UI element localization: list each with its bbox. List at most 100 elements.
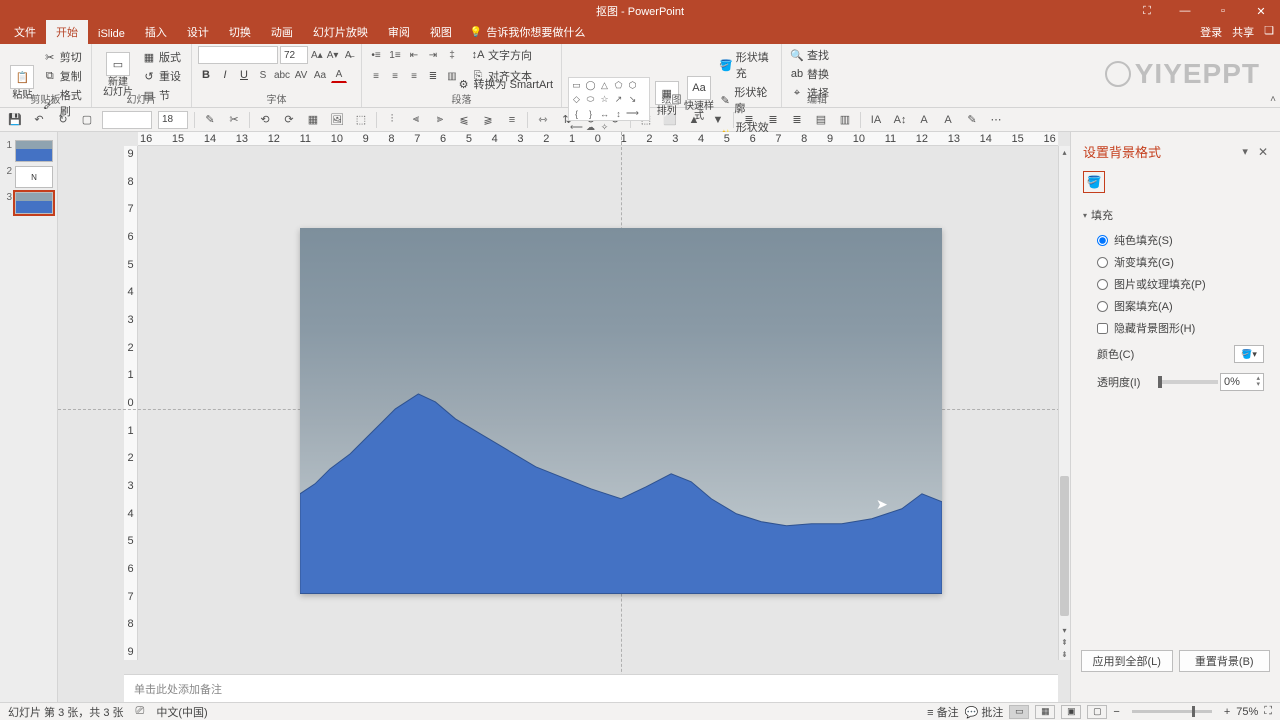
qat-misc-5[interactable]: ▥ — [836, 111, 854, 129]
scroll-down-arrow[interactable]: ▾ — [1059, 624, 1070, 636]
qat-text-2[interactable]: A↕ — [891, 111, 909, 129]
grow-font-button[interactable]: A▴ — [310, 47, 324, 63]
login-button[interactable]: 登录 — [1200, 24, 1222, 40]
shadow-button[interactable]: S — [255, 67, 271, 83]
qat-combo-1[interactable] — [102, 111, 152, 129]
vertical-scrollbar[interactable]: ▴ ▾ ⇞ ⇟ — [1058, 146, 1070, 660]
qat-text-1[interactable]: IA — [867, 111, 885, 129]
apply-to-all-button[interactable]: 应用到全部(L) — [1081, 650, 1173, 672]
qat-more[interactable]: ⋯ — [987, 111, 1005, 129]
strikethrough-button[interactable]: abc — [274, 67, 290, 83]
radio-pattern-fill[interactable]: 图案填充(A) — [1083, 295, 1268, 317]
tab-file[interactable]: 文件 — [4, 20, 46, 44]
zoom-slider[interactable] — [1132, 710, 1212, 713]
layout-button[interactable]: ▦版式 — [140, 48, 183, 66]
italic-button[interactable]: I — [217, 67, 233, 83]
reset-button[interactable]: ↺重设 — [140, 67, 183, 85]
radio-solid-fill[interactable]: 纯色填充(S) — [1083, 229, 1268, 251]
thumbnail-3[interactable] — [15, 192, 53, 214]
tab-slideshow[interactable]: 幻灯片放映 — [303, 20, 378, 44]
zoom-in-button[interactable]: + — [1224, 706, 1230, 718]
replace-button[interactable]: ab替换 — [788, 65, 846, 83]
tab-design[interactable]: 设计 — [177, 20, 219, 44]
checkbox-hide-bg[interactable]: 隐藏背景图形(H) — [1083, 317, 1268, 339]
fill-section-header[interactable]: 填充 — [1083, 207, 1268, 223]
notes-pane[interactable]: 单击此处添加备注 — [124, 674, 1058, 702]
qat-size-combo[interactable]: 18 — [158, 111, 188, 129]
transparency-spinner[interactable]: 0%▴▾ — [1220, 373, 1264, 391]
comments-toggle[interactable]: ❏ — [1264, 24, 1274, 40]
scroll-up-arrow[interactable]: ▴ — [1059, 146, 1070, 158]
bold-button[interactable]: B — [198, 67, 214, 83]
align-right-button[interactable]: ≡ — [406, 68, 422, 84]
scrollbar-thumb[interactable] — [1060, 476, 1069, 616]
align-center-button[interactable]: ≡ — [387, 68, 403, 84]
increase-indent-button[interactable]: ⇥ — [425, 47, 441, 63]
zoom-out-button[interactable]: − — [1113, 706, 1119, 718]
qat-misc-3[interactable]: ≣ — [788, 111, 806, 129]
tab-animations[interactable]: 动画 — [261, 20, 303, 44]
char-spacing-button[interactable]: AV — [293, 67, 309, 83]
pane-close-button[interactable]: ✕ — [1258, 145, 1268, 159]
tab-view[interactable]: 视图 — [420, 20, 462, 44]
find-button[interactable]: 🔍查找 — [788, 46, 846, 64]
numbering-button[interactable]: 1≡ — [387, 47, 403, 63]
bullets-button[interactable]: •≡ — [368, 47, 384, 63]
slideshow-view-button[interactable]: ▢ — [1087, 705, 1107, 719]
fill-category-icon[interactable]: 🪣 — [1083, 171, 1105, 193]
slide-canvas[interactable] — [300, 228, 942, 594]
tab-transitions[interactable]: 切换 — [219, 20, 261, 44]
thumbnail-1[interactable] — [15, 140, 53, 162]
transparency-slider[interactable] — [1158, 380, 1218, 384]
qat-eyedrop[interactable]: ✎ — [963, 111, 981, 129]
language-indicator[interactable]: 中文(中国) — [156, 704, 207, 720]
tab-insert[interactable]: 插入 — [135, 20, 177, 44]
tab-home[interactable]: 开始 — [46, 20, 88, 44]
qat-align-6[interactable]: ≡ — [503, 111, 521, 129]
qat-align-5[interactable]: ⫺ — [479, 111, 497, 129]
qat-text-4[interactable]: A — [939, 111, 957, 129]
radio-picture-fill[interactable]: 图片或纹理填充(P) — [1083, 273, 1268, 295]
line-spacing-button[interactable]: ‡ — [444, 47, 460, 63]
normal-view-button[interactable]: ▭ — [1009, 705, 1029, 719]
underline-button[interactable]: U — [236, 67, 252, 83]
qat-align-2[interactable]: ⫷ — [407, 111, 425, 129]
restore-button[interactable]: ▫ — [1204, 0, 1242, 22]
reset-background-button[interactable]: 重置背景(B) — [1179, 650, 1271, 672]
shrink-font-button[interactable]: A▾ — [326, 47, 340, 63]
qat-btn-b[interactable]: ✂ — [225, 111, 243, 129]
copy-button[interactable]: ⧉复制 — [41, 67, 85, 85]
qat-btn-c[interactable]: ⟲ — [256, 111, 274, 129]
align-left-button[interactable]: ≡ — [368, 68, 384, 84]
tab-islide[interactable]: iSlide — [88, 24, 135, 44]
slide-mountain-shape[interactable] — [300, 374, 942, 594]
font-name-combo[interactable] — [198, 46, 278, 64]
clear-formatting-button[interactable]: A̶ — [341, 47, 355, 63]
thumbnail-2[interactable]: N — [15, 166, 53, 188]
reading-view-button[interactable]: ▣ — [1061, 705, 1081, 719]
minimize-button[interactable]: — — [1166, 0, 1204, 22]
radio-gradient-fill[interactable]: 渐变填充(G) — [1083, 251, 1268, 273]
fill-color-picker[interactable]: 🪣▾ — [1234, 345, 1264, 363]
decrease-indent-button[interactable]: ⇤ — [406, 47, 422, 63]
qat-btn-f[interactable]: 🖼 — [328, 111, 346, 129]
lang-button-icon[interactable]: ⎚ — [136, 705, 145, 718]
fit-to-window-button[interactable]: ⛶ — [1264, 705, 1272, 718]
qat-btn-a[interactable]: ✎ — [201, 111, 219, 129]
shape-fill-button[interactable]: 🪣形状填充 — [717, 48, 775, 82]
qat-dist-1[interactable]: ⇿ — [534, 111, 552, 129]
ribbon-display-options[interactable]: ⛶ — [1128, 0, 1166, 22]
change-case-button[interactable]: Aa — [312, 67, 328, 83]
qat-align-1[interactable]: ⫶ — [383, 111, 401, 129]
comments-toggle-status[interactable]: 💬 批注 — [965, 704, 1004, 720]
tab-review[interactable]: 审阅 — [378, 20, 420, 44]
collapse-ribbon-button[interactable]: ˄ — [1270, 94, 1276, 105]
close-button[interactable]: ✕ — [1242, 0, 1280, 22]
justify-button[interactable]: ≣ — [425, 68, 441, 84]
cut-button[interactable]: ✂剪切 — [41, 48, 85, 66]
font-size-combo[interactable] — [280, 46, 308, 64]
sorter-view-button[interactable]: ▦ — [1035, 705, 1055, 719]
text-direction-button[interactable]: ↕A文字方向 — [469, 46, 534, 64]
zoom-level[interactable]: 75% — [1236, 706, 1258, 718]
qat-btn-e[interactable]: ▦ — [304, 111, 322, 129]
